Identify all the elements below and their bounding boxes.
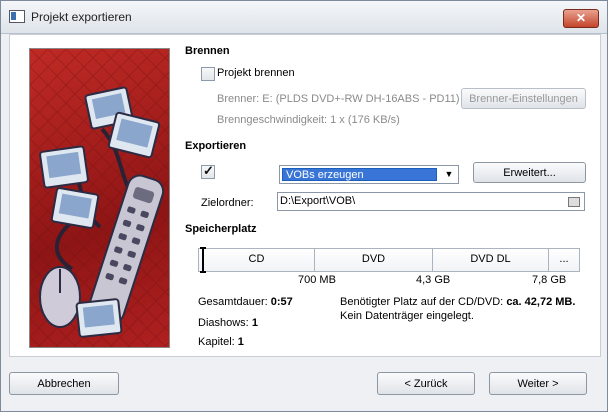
cancel-button[interactable]: Abbrechen — [9, 372, 119, 395]
storage-section-title: Speicherplatz — [185, 223, 257, 235]
required-space-row: Benötigter Platz auf der CD/DVD: ca. 42,… — [340, 296, 575, 308]
chapters-value: 1 — [237, 336, 244, 348]
storage-usage-marker — [200, 246, 206, 274]
photo-icon — [39, 145, 89, 189]
capacity-dvd: 4,3 GB — [416, 274, 451, 286]
window-title: Projekt exportieren — [31, 10, 132, 24]
burner-info: Brenner: E: (PLDS DVD+-RW DH-16ABS - PD1… — [217, 93, 460, 105]
storage-bar: CD DVD DVD DL ... — [198, 248, 580, 272]
storage-segment-dvd: DVD — [315, 249, 433, 271]
storage-segment-more: ... — [559, 253, 569, 265]
burner-settings-button[interactable]: Brenner-Einstellungen — [461, 88, 586, 109]
required-space-value: ca. 42,72 MB. — [506, 296, 576, 308]
photo-icon — [50, 187, 100, 229]
folder-icon[interactable] — [568, 197, 580, 207]
decorative-artwork — [29, 48, 170, 348]
next-button[interactable]: Weiter > — [489, 372, 587, 395]
chevron-down-icon[interactable]: ▼ — [443, 167, 455, 182]
slideshows-value: 1 — [251, 317, 258, 329]
export-mode-value: VOBs erzeugen — [282, 168, 437, 181]
close-icon: ✕ — [575, 11, 587, 25]
capacity-cd: 700 MB — [298, 274, 336, 286]
duration-label: Gesamtdauer: — [198, 296, 268, 308]
target-folder-input[interactable]: D:\Export\VOB\ — [277, 192, 585, 211]
chapters-label: Kapitel: — [198, 336, 235, 348]
target-folder-label: Zielordner: — [201, 197, 254, 209]
storage-segment-dvd-dl: DVD DL — [433, 249, 549, 271]
app-window-icon — [9, 10, 25, 23]
slideshows-label: Diashows: — [198, 317, 249, 329]
export-dialog: Projekt exportieren ✕ Brennen Projekt br… — [0, 0, 608, 412]
target-folder-value: D:\Export\VOB\ — [280, 195, 356, 207]
burn-speed-info: Brenngeschwindigkeit: 1 x (176 KB/s) — [217, 114, 400, 126]
close-button[interactable]: ✕ — [563, 9, 599, 28]
mouse-icon — [39, 266, 81, 328]
capacity-dvd-dl: 7,8 GB — [532, 274, 567, 286]
required-space-label: Benötigter Platz auf der CD/DVD: — [340, 296, 504, 308]
photo-icon — [75, 298, 123, 338]
burn-section-title: Brennen — [185, 45, 230, 57]
duration-value: 0:57 — [270, 296, 293, 308]
project-burn-label: Projekt brennen — [217, 67, 295, 79]
duration-row: Gesamtdauer: 0:57 — [198, 296, 293, 308]
export-checkbox[interactable] — [201, 163, 215, 179]
no-disc-message: Kein Datenträger eingelegt. — [340, 310, 474, 322]
slideshows-row: Diashows: 1 — [198, 317, 258, 329]
chapters-row: Kapitel: 1 — [198, 336, 244, 348]
project-burn-checkbox[interactable] — [201, 67, 215, 81]
title-bar[interactable]: Projekt exportieren ✕ — [1, 1, 607, 34]
storage-segment-cd: CD — [199, 249, 315, 271]
dialog-content: Brennen Projekt brennen Brenner: E: (PLD… — [9, 34, 601, 357]
export-mode-dropdown[interactable]: VOBs erzeugen ▼ — [279, 165, 459, 184]
advanced-button[interactable]: Erweitert... — [473, 162, 586, 183]
export-illustration — [30, 49, 169, 347]
back-button[interactable]: < Zurück — [377, 372, 475, 395]
export-section-title: Exportieren — [185, 140, 247, 152]
